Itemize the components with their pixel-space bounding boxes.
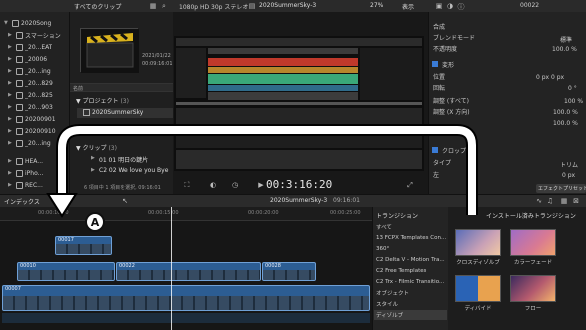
- annotation-arrow: [46, 124, 478, 218]
- annotation-badge: A: [85, 212, 105, 232]
